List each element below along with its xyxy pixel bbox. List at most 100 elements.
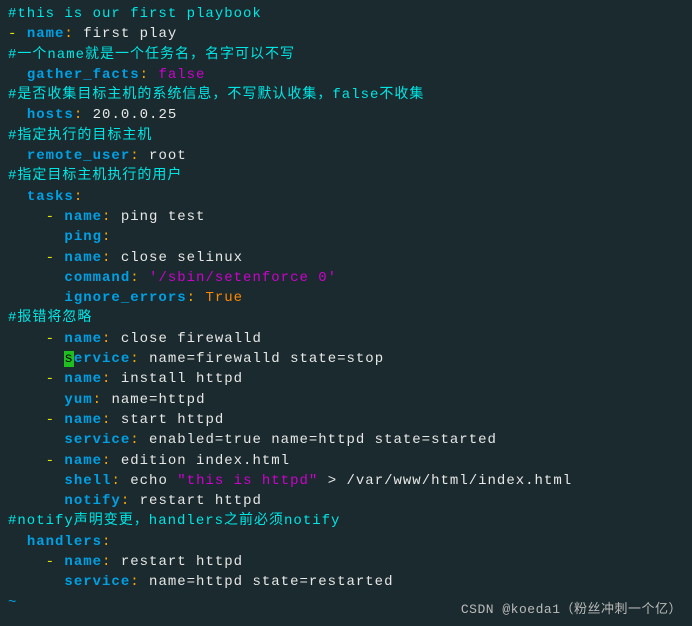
code-token-string: "this is httpd"	[177, 473, 318, 489]
code-line: - name: install httpd	[8, 369, 684, 389]
code-token-key: name	[64, 371, 102, 387]
code-token-colon: :	[102, 209, 121, 225]
code-token-colon: :	[130, 574, 149, 590]
code-token-dash: -	[46, 250, 65, 266]
code-token-white	[8, 148, 27, 164]
code-token-key: ignore_errors	[64, 290, 186, 306]
code-token-white: ping test	[121, 209, 206, 225]
code-line: gather_facts: false	[8, 65, 684, 85]
code-token-white: close selinux	[121, 250, 243, 266]
code-token-comment: #报错将忽略	[8, 310, 92, 326]
code-token-colon: :	[130, 351, 149, 367]
code-token-colon: :	[74, 107, 93, 123]
code-token-colon: :	[102, 250, 121, 266]
code-token-colon: :	[130, 148, 149, 164]
code-line: #notify声明变更，handlers之前必须notify	[8, 511, 684, 531]
code-token-white: name=httpd state=restarted	[149, 574, 393, 590]
code-token-white	[8, 351, 64, 367]
code-token-orange: True	[205, 290, 243, 306]
code-token-key: ping	[64, 229, 102, 245]
code-token-dash: -	[46, 412, 65, 428]
code-token-tilde: ~	[8, 595, 17, 611]
code-line: - name: start httpd	[8, 410, 684, 430]
code-token-comment: #指定执行的目标主机	[8, 128, 152, 144]
code-token-colon: :	[102, 412, 121, 428]
code-token-key: yum	[64, 392, 92, 408]
code-line: #指定目标主机执行的用户	[8, 166, 684, 186]
code-token-white	[8, 534, 27, 550]
code-line: - name: first play	[8, 24, 684, 44]
code-token-white	[8, 250, 46, 266]
code-token-colon: :	[111, 473, 130, 489]
code-token-key: handlers	[27, 534, 102, 550]
code-token-white: 20.0.0.25	[93, 107, 178, 123]
code-line: command: '/sbin/setenforce 0'	[8, 268, 684, 288]
code-token-key: ervice	[74, 351, 130, 367]
code-line: service: name=firewalld state=stop	[8, 349, 684, 369]
code-token-dash: -	[8, 26, 27, 42]
code-token-string: '/sbin/setenforce 0'	[149, 270, 337, 286]
code-token-dash: -	[46, 453, 65, 469]
code-token-key: name	[64, 554, 102, 570]
code-token-colon: :	[102, 229, 111, 245]
code-token-colon: :	[102, 534, 111, 550]
code-token-colon: :	[140, 67, 159, 83]
code-token-key: service	[64, 432, 130, 448]
code-line: tasks:	[8, 187, 684, 207]
code-line: #报错将忽略	[8, 308, 684, 328]
code-token-key: name	[64, 209, 102, 225]
code-token-key: name	[64, 331, 102, 347]
code-block: #this is our first playbook - name: first…	[8, 4, 684, 613]
code-token-key: name	[64, 250, 102, 266]
code-token-white	[8, 270, 64, 286]
code-line: - name: close selinux	[8, 248, 684, 268]
code-token-colon: :	[187, 290, 206, 306]
code-token-white	[8, 331, 46, 347]
code-line: #指定执行的目标主机	[8, 126, 684, 146]
code-line: #this is our first playbook	[8, 4, 684, 24]
code-token-white: start httpd	[121, 412, 224, 428]
code-line: yum: name=httpd	[8, 390, 684, 410]
code-token-white	[8, 493, 64, 509]
code-token-white	[8, 432, 64, 448]
code-token-white: restart httpd	[140, 493, 262, 509]
code-token-key: shell	[64, 473, 111, 489]
code-token-white: edition index.html	[121, 453, 290, 469]
code-token-colon: :	[130, 432, 149, 448]
code-token-key: gather_facts	[27, 67, 140, 83]
code-token-white: > /var/www/html/index.html	[318, 473, 572, 489]
code-token-key: hosts	[27, 107, 74, 123]
watermark-text: CSDN @koeda1（粉丝冲刺一个亿）	[461, 601, 682, 620]
code-token-dash: -	[46, 371, 65, 387]
code-line: - name: restart httpd	[8, 552, 684, 572]
code-token-colon: :	[102, 453, 121, 469]
code-line: remote_user: root	[8, 146, 684, 166]
code-token-white	[8, 554, 46, 570]
code-token-white	[8, 189, 27, 205]
code-token-white: first play	[83, 26, 177, 42]
code-token-white	[8, 229, 64, 245]
code-token-key: name	[27, 26, 65, 42]
code-token-key: tasks	[27, 189, 74, 205]
code-token-white: root	[149, 148, 187, 164]
code-line: ping:	[8, 227, 684, 247]
code-line: service: enabled=true name=httpd state=s…	[8, 430, 684, 450]
code-token-white	[8, 412, 46, 428]
code-token-magenta: false	[158, 67, 205, 83]
code-token-key: service	[64, 574, 130, 590]
code-token-colon: :	[130, 270, 149, 286]
code-token-comment: #this is our first playbook	[8, 6, 262, 22]
code-token-key: command	[64, 270, 130, 286]
code-line: handlers:	[8, 532, 684, 552]
code-token-white	[8, 453, 46, 469]
code-token-cursor: s	[64, 351, 73, 367]
code-token-white	[8, 209, 46, 225]
code-line: service: name=httpd state=restarted	[8, 572, 684, 592]
code-token-white: close firewalld	[121, 331, 262, 347]
code-token-dash: -	[46, 331, 65, 347]
code-token-comment: #一个name就是一个任务名，名字可以不写	[8, 47, 295, 63]
code-line: ignore_errors: True	[8, 288, 684, 308]
code-token-colon: :	[102, 331, 121, 347]
code-token-key: notify	[64, 493, 120, 509]
code-line: - name: ping test	[8, 207, 684, 227]
